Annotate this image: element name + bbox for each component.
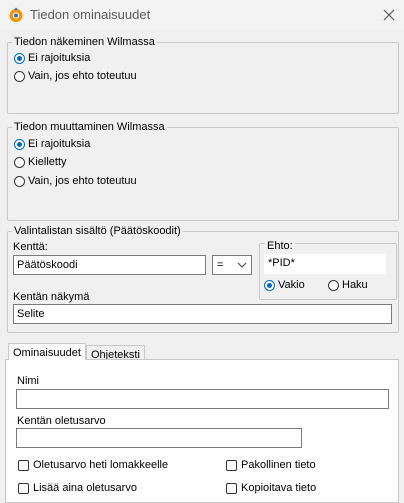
radio-dot xyxy=(328,279,339,291)
radio-label: Vain, jos ehto toteutuu xyxy=(28,175,137,187)
wilma-logo-icon xyxy=(9,7,23,22)
close-button[interactable] xyxy=(376,4,402,26)
list-contents-group-legend: Valintalistan sisältö (Päätöskoodit) xyxy=(12,224,183,238)
checkbox-label: Lisää aina oletusarvo xyxy=(33,482,137,494)
name-input[interactable] xyxy=(16,389,389,409)
radio-label: Ei rajoituksia xyxy=(28,138,91,150)
display-label: Kentän näkymä xyxy=(13,291,90,303)
condition-radio-query[interactable]: Haku xyxy=(328,279,368,291)
radio-dot xyxy=(14,70,25,82)
name-label: Nimi xyxy=(17,375,39,387)
title-bar: Tiedon ominaisuudet xyxy=(0,0,404,30)
radio-label: Vain, jos ehto toteutuu xyxy=(28,70,137,82)
visibility-radio-conditional[interactable]: Vain, jos ehto toteutuu xyxy=(14,70,137,82)
radio-dot xyxy=(14,138,25,150)
radio-dot xyxy=(14,175,25,187)
checkbox-box xyxy=(18,482,29,494)
window-title: Tiedon ominaisuudet xyxy=(30,7,151,22)
radio-label: Kielletty xyxy=(28,156,67,168)
visibility-group-legend: Tiedon näkeminen Wilmassa xyxy=(12,35,157,49)
field-label: Kenttä: xyxy=(13,241,48,253)
tab-help-text[interactable]: Ohjeteksti xyxy=(86,345,145,361)
checkbox-default-immediately[interactable]: Oletusarvo heti lomakkeelle xyxy=(18,459,168,471)
radio-dot xyxy=(264,279,275,291)
checkbox-box xyxy=(226,459,237,471)
checkbox-required[interactable]: Pakollinen tieto xyxy=(226,459,316,471)
edit-radio-forbidden[interactable]: Kielletty xyxy=(14,156,67,168)
checkbox-box xyxy=(226,482,237,494)
checkbox-box xyxy=(18,459,29,471)
radio-label: Vakio xyxy=(278,279,305,291)
checkbox-always-add-default[interactable]: Lisää aina oletusarvo xyxy=(18,482,137,494)
checkbox-label: Oletusarvo heti lomakkeelle xyxy=(33,459,169,471)
field-input[interactable]: Päätöskoodi xyxy=(13,255,206,275)
checkbox-copyable[interactable]: Kopioitava tieto xyxy=(226,482,316,494)
radio-label: Haku xyxy=(342,279,368,291)
edit-radio-unrestricted[interactable]: Ei rajoituksia xyxy=(14,138,90,150)
default-value-label: Kentän oletusarvo xyxy=(17,415,106,427)
checkbox-label: Kopioitava tieto xyxy=(241,482,317,494)
close-icon xyxy=(383,9,395,21)
operator-select[interactable]: = xyxy=(212,255,252,275)
condition-label: Ehto: xyxy=(265,240,295,252)
default-value-input[interactable] xyxy=(16,428,302,448)
tab-properties[interactable]: Ominaisuudet xyxy=(8,343,86,360)
visibility-radio-unrestricted[interactable]: Ei rajoituksia xyxy=(14,52,90,64)
radio-dot xyxy=(14,52,25,64)
operator-value: = xyxy=(217,259,224,271)
edit-radio-conditional[interactable]: Vain, jos ehto toteutuu xyxy=(14,175,137,187)
display-input[interactable]: Selite xyxy=(13,304,392,324)
radio-dot xyxy=(14,156,25,168)
chevron-down-icon xyxy=(237,262,247,268)
checkbox-label: Pakollinen tieto xyxy=(241,459,316,471)
condition-radio-constant[interactable]: Vakio xyxy=(264,279,305,291)
edit-group-legend: Tiedon muuttaminen Wilmassa xyxy=(12,120,167,134)
condition-input[interactable]: *PID* xyxy=(264,254,386,274)
radio-label: Ei rajoituksia xyxy=(28,52,91,64)
